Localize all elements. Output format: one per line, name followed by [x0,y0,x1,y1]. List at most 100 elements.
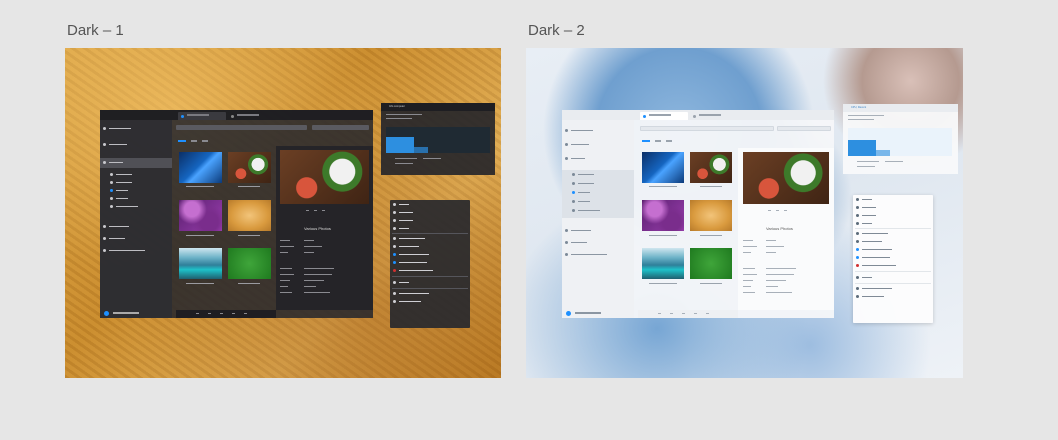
sidebar-item-this-pc[interactable] [103,160,123,165]
pivot-tab-3[interactable] [666,140,672,142]
menu-item-1[interactable] [393,202,409,207]
tab-inactive[interactable] [690,112,735,120]
graphics-icon [856,248,859,251]
menu-item-6[interactable] [856,239,882,244]
menu-item-5[interactable] [393,236,425,241]
title-bar [100,110,373,120]
search-input[interactable] [312,125,369,130]
sidebar [562,120,634,318]
sidebar-subitem-1[interactable] [572,172,594,177]
menu-item-2[interactable] [856,205,876,210]
pivot-tab-3[interactable] [202,140,208,142]
thumbnail-purple[interactable] [179,200,222,231]
pivot-tab-1[interactable] [642,140,650,142]
menu-item-5[interactable] [856,231,888,236]
drive-icon [103,225,106,228]
music-icon [572,209,575,212]
sidebar-item-drive[interactable] [565,228,591,233]
pivot-tab-2[interactable] [191,140,197,142]
pivot-tab-1[interactable] [178,140,186,142]
menu-item-2[interactable] [393,210,413,215]
sidebar-subitem-3[interactable] [110,188,128,193]
menu-item-9[interactable] [856,263,896,268]
sidebar-item-this-pc[interactable] [565,156,585,161]
folder-icon [565,253,568,256]
sidebar-subitem-2[interactable] [110,180,132,185]
graphics-icon [393,253,396,256]
sidebar-item-network[interactable] [103,236,125,241]
account-bar[interactable] [562,308,634,318]
sidebar-item-onedrive[interactable] [565,142,589,147]
sidebar-subitem-3[interactable] [572,190,590,195]
menu-item-12[interactable] [856,294,884,299]
preview-image [743,152,829,204]
tab-active[interactable] [640,112,688,120]
sidebar-item-network[interactable] [565,240,587,245]
menu-item-11[interactable] [393,291,429,296]
thumbnail-food[interactable] [690,152,732,183]
address-bar[interactable] [176,125,307,130]
sidebar-subitem-5[interactable] [110,204,138,209]
computer-icon [103,161,106,164]
sidebar-item-onedrive[interactable] [103,142,127,147]
menu-item-3[interactable] [393,218,413,223]
sidebar-item-drive[interactable] [103,224,129,229]
sidebar-subitem-5[interactable] [572,208,600,213]
thumbnail-bread[interactable] [228,200,271,231]
display-icon [856,256,859,259]
thumbnail-windows[interactable] [179,152,222,183]
thumbnail-windows[interactable] [642,152,684,183]
menu-item-4[interactable] [856,221,872,226]
sidebar-item-quick-access[interactable] [103,126,131,131]
sidebar-subitem-4[interactable] [110,196,128,201]
menu-item-9[interactable] [393,268,433,273]
menu-item-7[interactable] [856,247,892,252]
menu-item-1[interactable] [856,197,872,202]
address-bar[interactable] [640,126,774,131]
explorer-window: Various Photos [562,110,834,318]
command-bar [638,310,738,318]
search-input[interactable] [777,126,831,131]
personalize-icon [393,300,396,303]
thumbnail-green[interactable] [690,248,732,279]
menu-item-10[interactable] [393,280,409,285]
account-bar[interactable] [100,308,172,318]
sidebar-item-location[interactable] [565,252,607,257]
command-bar [176,310,276,318]
performance-window: Info computer [381,103,495,175]
menu-item-8[interactable] [856,255,890,260]
menu-item-11[interactable] [856,286,892,291]
sidebar-subitem-1[interactable] [110,172,132,177]
star-icon [103,127,106,130]
menu-item-8[interactable] [393,260,427,265]
details-title: Various Photos [766,226,793,231]
sidebar-subitem-4[interactable] [572,199,590,204]
tab-inactive[interactable] [228,112,273,120]
performance-window: CPU, Recent [843,104,958,174]
sort-icon [856,206,859,209]
thumbnail-food[interactable] [228,152,271,183]
menu-item-7[interactable] [393,252,429,257]
avatar [566,310,571,316]
thumbnail-green[interactable] [228,248,271,279]
menu-item-3[interactable] [856,213,876,218]
menu-item-10[interactable] [856,275,872,280]
thumbnail-lake[interactable] [642,248,684,279]
thumbnail-lake[interactable] [179,248,222,279]
menu-item-4[interactable] [393,226,409,231]
menu-item-12[interactable] [393,299,421,304]
cpu-graph [386,127,490,153]
sidebar-item-quick-access[interactable] [565,128,593,133]
frame-label-dark-1: Dark – 1 [67,22,124,39]
artboard-dark-1: Various Photos Info computer [65,48,501,378]
menu-item-6[interactable] [393,244,419,249]
sidebar-item-location[interactable] [103,248,145,253]
video-icon [572,200,575,203]
sidebar-subitem-2[interactable] [572,181,594,186]
thumbnail-purple[interactable] [642,200,684,231]
pivot-tab-2[interactable] [655,140,661,142]
drive-icon [565,229,568,232]
control-icon [393,269,396,272]
tab-active[interactable] [178,112,226,120]
thumbnail-bread[interactable] [690,200,732,231]
